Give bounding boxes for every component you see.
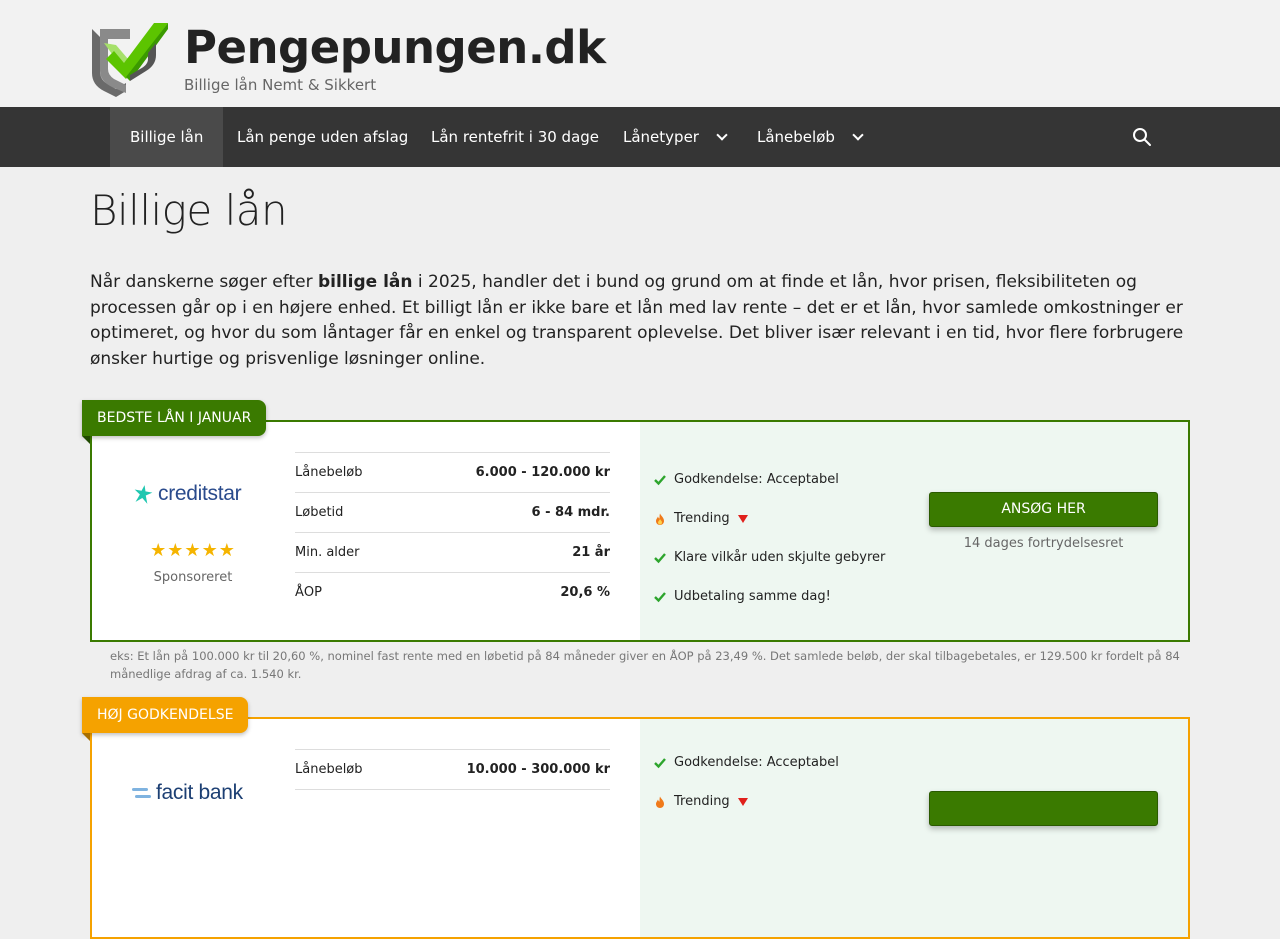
trend-down-icon: [737, 514, 748, 523]
nav-item-label: Lån penge uden afslag: [237, 128, 409, 146]
spec-label: Løbetid: [295, 505, 344, 520]
site-tagline: Billige lån Nemt & Sikkert: [184, 76, 377, 94]
spec-row: Løbetid 6 - 84 mdr.: [295, 492, 610, 532]
spec-table: Lånebeløb 6.000 - 120.000 kr Løbetid 6 -…: [295, 452, 610, 612]
site-header: Pengepungen.dk Billige lån Nemt & Sikker…: [0, 0, 1280, 107]
chevron-down-icon: [716, 129, 728, 141]
spec-table: Lånebeløb 10.000 - 300.000 kr: [295, 749, 610, 829]
spec-label: Lånebeløb: [295, 465, 363, 480]
main-navigation: Billige lån Lån penge uden afslag Lån re…: [0, 107, 1280, 167]
nav-item-laan-rentefrit[interactable]: Lån rentefrit i 30 dage: [411, 107, 619, 167]
nav-item-laan-penge-uden-afslag[interactable]: Lån penge uden afslag: [217, 107, 428, 167]
nav-item-laanetyper[interactable]: Lånetyper: [603, 107, 746, 167]
spec-label: Min. alder: [295, 545, 360, 560]
offer-ribbon: BEDSTE LÅN I JANUAR: [82, 400, 267, 444]
facit-bank-mark-icon: [132, 788, 151, 798]
nav-item-label: Lånetyper: [623, 128, 699, 146]
brand-name: creditstar: [158, 482, 242, 505]
offer-ribbon: HØJ GODKENDELSE: [82, 697, 249, 741]
page-title: Billige lån: [90, 186, 288, 235]
feature-item: Trending: [654, 782, 839, 821]
brand-name: facit bank: [156, 781, 243, 804]
facit-bank-logo[interactable]: facit bank: [132, 779, 272, 807]
spec-row: ÅOP 20,6 %: [295, 572, 610, 612]
spec-value: 6 - 84 mdr.: [531, 505, 610, 520]
offer-features-panel: Godkendelse: Acceptabel Trending Klare v…: [640, 422, 1188, 640]
offer-features-panel: Godkendelse: Acceptabel Trending: [640, 719, 1188, 937]
fire-icon: [656, 796, 664, 808]
offer-card: facit bank Lånebeløb 10.000 - 300.000 kr…: [90, 717, 1190, 939]
spec-row: Lånebeløb 10.000 - 300.000 kr: [295, 749, 610, 789]
feature-list: Godkendelse: Acceptabel Trending Klare v…: [654, 460, 885, 616]
feature-text: Klare vilkår uden skjulte gebyrer: [674, 550, 886, 565]
search-icon[interactable]: [1130, 125, 1154, 149]
spec-label: Lånebeløb: [295, 762, 363, 777]
feature-text: Godkendelse: Acceptabel: [674, 472, 839, 487]
spec-row: [295, 789, 610, 829]
check-icon: [654, 552, 666, 563]
feature-text: Trending: [674, 794, 730, 809]
loan-example-disclaimer: eks: Et lån på 100.000 kr til 20,60 %, n…: [110, 649, 1180, 681]
creditstar-star-icon: [134, 485, 153, 504]
check-icon: [654, 474, 666, 485]
nav-item-label: Billige lån: [130, 128, 204, 146]
nav-item-label: Lån rentefrit i 30 dage: [431, 128, 600, 146]
fire-icon: [656, 513, 664, 525]
sponsored-label: Sponsoreret: [153, 570, 233, 585]
spec-value: 6.000 - 120.000 kr: [475, 465, 610, 480]
feature-item: Trending: [654, 499, 885, 538]
intro-bold-keyword: billige lån: [317, 272, 413, 292]
apply-button[interactable]: ANSØG HER: [929, 492, 1158, 527]
chevron-down-icon: [852, 129, 864, 141]
site-title[interactable]: Pengepungen.dk: [184, 20, 606, 76]
nav-item-billige-laan[interactable]: Billige lån: [110, 107, 224, 167]
nav-item-laanebeloeb[interactable]: Lånebeløb: [737, 107, 882, 167]
apply-button[interactable]: [929, 791, 1158, 826]
feature-item: Udbetaling samme dag!: [654, 577, 885, 616]
creditstar-logo[interactable]: creditstar: [132, 480, 272, 508]
spec-value: 20,6 %: [560, 585, 610, 600]
feature-item: Klare vilkår uden skjulte gebyrer: [654, 538, 885, 577]
withdrawal-right-note: 14 dages fortrydelsesret: [963, 536, 1124, 551]
check-icon: [654, 591, 666, 602]
nav-item-label: Lånebeløb: [757, 128, 835, 146]
spec-row: Min. alder 21 år: [295, 532, 610, 572]
spec-label: ÅOP: [295, 585, 322, 600]
intro-text: Når danskerne søger efter: [90, 272, 318, 292]
feature-text: Udbetaling samme dag!: [674, 589, 831, 604]
spec-value: 10.000 - 300.000 kr: [466, 762, 610, 777]
spec-value: 21 år: [572, 545, 610, 560]
feature-item: Godkendelse: Acceptabel: [654, 743, 839, 782]
feature-list: Godkendelse: Acceptabel Trending: [654, 743, 839, 821]
feature-item: Godkendelse: Acceptabel: [654, 460, 885, 499]
feature-text: Trending: [674, 511, 730, 526]
rating-stars: ★★★★★: [150, 540, 236, 561]
offer-card: creditstar ★★★★★ Sponsoreret Lånebeløb 6…: [90, 420, 1190, 642]
trend-down-icon: [737, 797, 748, 806]
shield-check-logo[interactable]: [90, 19, 168, 97]
check-icon: [654, 757, 666, 768]
feature-text: Godkendelse: Acceptabel: [674, 755, 839, 770]
intro-paragraph: Når danskerne søger efter billige lån i …: [90, 270, 1190, 372]
spec-row: Lånebeløb 6.000 - 120.000 kr: [295, 452, 610, 492]
